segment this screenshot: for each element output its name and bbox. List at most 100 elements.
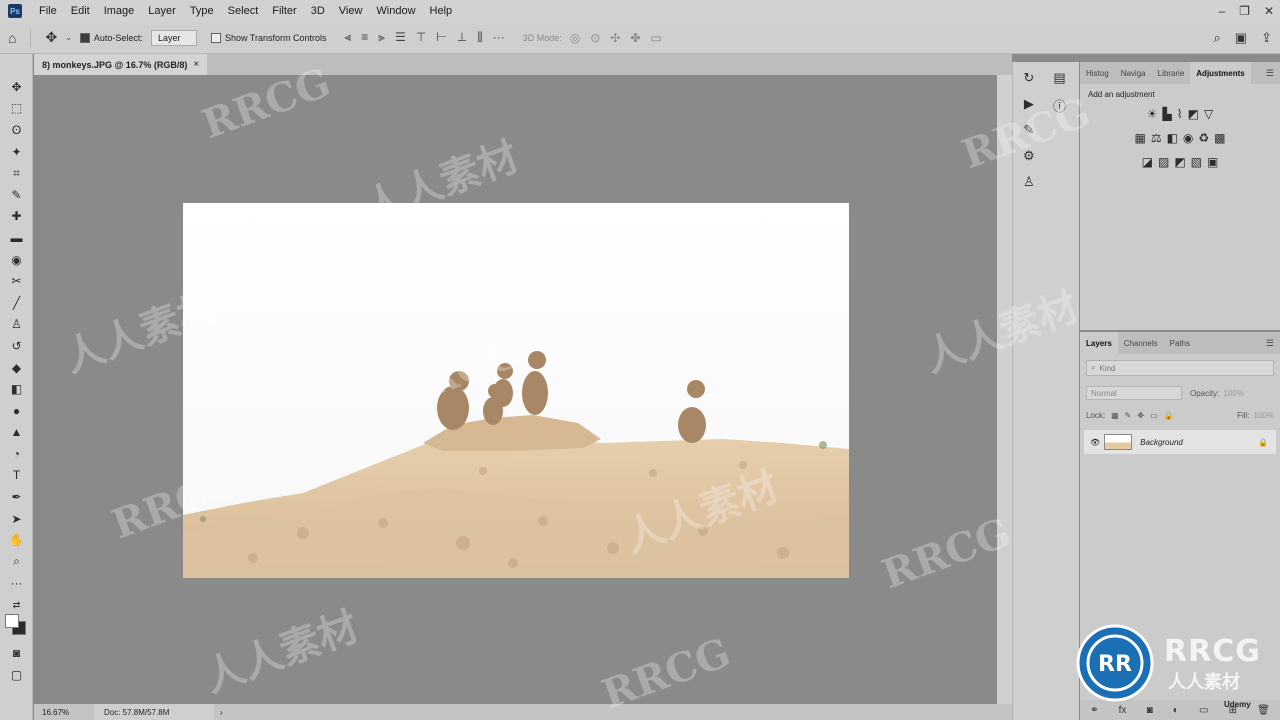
move-tool-icon[interactable]: ✥ [45,29,57,46]
share-icon[interactable]: ⇪ [1261,30,1272,46]
auto-select-dropdown[interactable]: Layer [150,29,197,46]
type-tool-icon[interactable]: T [0,465,33,487]
panel-menu-icon[interactable]: ☰ [1260,62,1280,84]
tab-navigator[interactable]: Naviga [1115,62,1152,84]
menu-edit[interactable]: Edit [64,0,97,22]
screen-mode-icon[interactable]: ▢ [0,664,33,686]
pen-tool-icon[interactable]: ✒ [0,486,33,508]
show-transform-checkbox[interactable] [210,32,221,43]
eyedropper-icon[interactable]: ✎ [0,184,33,206]
folder-icon[interactable]: ▭ [1199,705,1208,716]
vibrance-icon[interactable]: ▽ [1204,107,1213,121]
panel-menu-icon[interactable]: ☰ [1260,332,1280,354]
posterize-icon[interactable]: ▨ [1158,155,1169,169]
menu-3d[interactable]: 3D [304,0,332,22]
workspace-icon[interactable]: ▣ [1235,30,1247,46]
slide-icon[interactable]: ✤ [630,31,640,45]
invert-icon[interactable]: ◪ [1142,155,1153,169]
home-icon[interactable]: ⌂ [8,30,16,46]
healing-brush-icon[interactable]: ✚ [0,206,33,228]
curves-icon[interactable]: ⌇ [1177,107,1183,121]
path-select-icon[interactable]: ➤ [0,508,33,530]
clone-source-icon[interactable]: ♙ [1023,174,1035,190]
more-tools-icon[interactable]: ··· [0,573,33,595]
gradient-tool-icon[interactable]: ◧ [0,378,33,400]
zoom-tool-icon[interactable]: ⌕ [0,551,33,573]
info-panel-icon[interactable]: ⓘ [1053,96,1066,115]
actions-panel-icon[interactable]: ▶ [1024,96,1034,112]
align-middle-icon[interactable]: ⊢ [436,30,446,45]
camera-icon[interactable]: ▭ [650,31,661,45]
menu-layer[interactable]: Layer [141,0,183,22]
levels-icon[interactable]: ▙ [1163,107,1172,121]
fx-icon[interactable]: fx [1119,705,1127,716]
roll-icon[interactable]: ⊙ [590,31,600,45]
move-tool-icon[interactable]: ✥ [0,76,33,98]
more-icon[interactable]: ··· [493,30,505,45]
selective-color-icon[interactable]: ▣ [1207,155,1218,169]
crop-tool-icon[interactable]: ⌗ [0,162,33,184]
tab-libraries[interactable]: Librarie [1152,62,1191,84]
lasso-tool-icon[interactable]: ʘ [0,119,33,141]
exposure-icon[interactable]: ◩ [1188,107,1199,121]
threshold-icon[interactable]: ◩ [1174,155,1185,169]
clone-stamp-icon[interactable]: ♙ [0,314,33,336]
align-right-icon[interactable]: ⫸ [378,30,385,45]
orbit-icon[interactable]: ◎ [570,31,580,45]
eraser-icon[interactable]: ◆ [0,357,33,379]
lock-icons[interactable]: ▦✎✥▭🔒 [1111,411,1179,420]
magic-wand-icon[interactable]: ✦ [0,141,33,163]
status-menu-arrow[interactable]: › [214,708,223,717]
marquee-tool-icon[interactable]: ⬚ [0,98,33,120]
lock-icon[interactable]: 🔒 [1258,438,1268,447]
history-brush-icon[interactable]: ↺ [0,335,33,357]
fill-value[interactable]: 100% [1254,411,1274,420]
layer-name[interactable]: Background [1140,438,1183,447]
align-bottom-icon[interactable]: ⊥ [457,30,467,45]
adjustment-layer-icon[interactable]: ◐ [1173,705,1179,716]
quick-mask-icon[interactable]: ◙ [0,642,33,664]
blend-mode-select[interactable]: Normal [1086,386,1182,400]
cut-icon[interactable]: ✂ [0,270,33,292]
channel-mixer-icon[interactable]: ♻ [1198,131,1209,145]
glyphs-panel-icon[interactable]: ▤ [1053,70,1065,86]
history-panel-icon[interactable]: ↻ [1023,70,1034,86]
brush-tool-icon[interactable]: ╱ [0,292,33,314]
hand-tool-icon[interactable]: ✋ [0,529,33,551]
distribute-v-icon[interactable]: ⫼ [477,30,483,45]
mask-icon[interactable]: ◙ [1147,705,1153,716]
menu-file[interactable]: File [32,0,64,22]
black-white-icon[interactable]: ◧ [1167,131,1178,145]
foreground-color-swatch[interactable] [5,614,19,628]
search-icon[interactable]: ⌕ [1214,30,1221,46]
document-image[interactable] [183,203,849,578]
restore-button[interactable]: ❐ [1239,4,1250,18]
brightness-icon[interactable]: ☀ [1147,107,1158,121]
patch-icon[interactable]: ◉ [0,249,33,271]
trash-icon[interactable]: 🗑 [1257,705,1270,716]
close-icon[interactable]: × [193,59,199,70]
eye-icon[interactable]: 👁 [1090,438,1100,447]
layer-row-background[interactable]: 👁 Background 🔒 [1084,430,1276,454]
menu-view[interactable]: View [332,0,370,22]
auto-select-checkbox[interactable] [79,32,90,43]
menu-image[interactable]: Image [97,0,142,22]
tab-paths[interactable]: Paths [1164,332,1196,354]
align-center-icon[interactable]: ≡ [361,30,368,45]
zoom-level[interactable]: 16.67% [34,708,94,717]
layer-filter-kind[interactable]: ⌕ Kind [1086,360,1274,376]
pan-icon[interactable]: ✣ [610,31,620,45]
doc-size[interactable]: Doc: 57.8M/57.8M [94,704,214,720]
color-balance-icon[interactable]: ⚖ [1151,131,1162,145]
distribute-icon[interactable]: ☰ [395,30,406,45]
tab-channels[interactable]: Channels [1118,332,1164,354]
link-layers-icon[interactable]: ⚭ [1090,705,1098,716]
menu-select[interactable]: Select [221,0,266,22]
minimize-button[interactable]: – [1218,4,1225,18]
color-lookup-icon[interactable]: ▩ [1214,131,1225,145]
align-left-icon[interactable]: ⫷ [344,30,351,45]
ruler-icon[interactable]: ▬ [0,227,33,249]
opacity-value[interactable]: 100% [1223,389,1243,398]
tab-histogram[interactable]: Histog [1080,62,1115,84]
tab-adjustments[interactable]: Adjustments [1190,62,1251,84]
